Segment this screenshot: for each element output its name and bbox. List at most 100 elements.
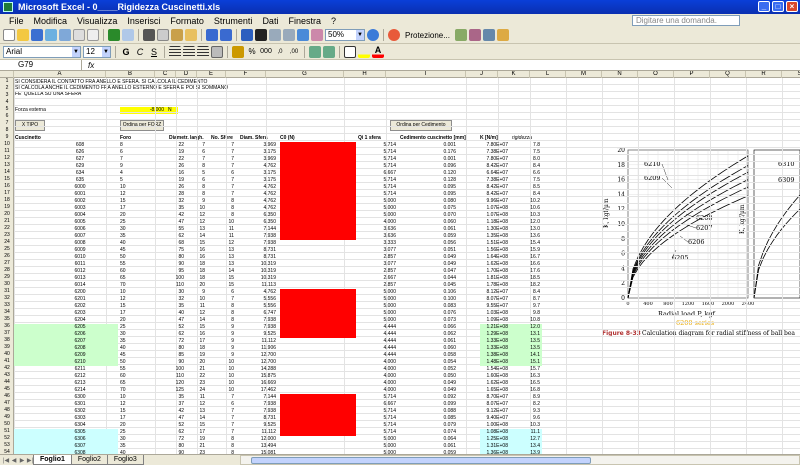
width-cell[interactable]: 5 [185,170,205,177]
spreadsheet-grid[interactable]: ABCDEFGHIJKLMNOPQRS 1 2 3 4 5 6 7 8 9 10 11 12 13 14 1… [0,71,800,454]
stiffness-cell[interactable]: 1.09E+08 [480,317,508,324]
outer-diameter-cell[interactable]: 68 [164,240,184,247]
bearing-code[interactable]: 6203 [66,310,94,317]
cedimento-cell[interactable]: 0.059 [400,233,456,240]
qi-cell[interactable]: 5.000 [358,205,396,212]
ball-count-cell[interactable]: 10 [206,359,234,366]
qi-cell[interactable]: 4.000 [358,366,396,373]
row-header[interactable]: 11 [0,148,14,155]
qi-cell[interactable]: 3.333 [358,240,396,247]
bore-cell[interactable]: 17 [120,205,160,212]
rigidezza-cell[interactable]: 8.2 [512,401,540,408]
outer-diameter-cell[interactable]: 55 [164,226,184,233]
ball-diameter-cell[interactable]: 10.319 [240,268,276,275]
outer-diameter-cell[interactable]: 110 [164,373,184,380]
bore-cell[interactable]: 30 [120,226,160,233]
ball-count-cell[interactable]: 7 [206,415,234,422]
ball-count-cell[interactable]: 10 [206,380,234,387]
outer-diameter-cell[interactable]: 26 [164,184,184,191]
rigidezza-cell[interactable]: 16.8 [512,387,540,394]
row-header[interactable]: 23 [0,232,14,239]
row-header[interactable]: 25 [0,246,14,253]
row-header[interactable]: 27 [0,260,14,267]
ball-diameter-cell[interactable]: 4.762 [240,289,276,296]
rigidezza-cell[interactable]: 9.6 [512,415,540,422]
qi-cell[interactable]: 5.000 [358,310,396,317]
cedimento-cell[interactable]: 0.062 [400,331,456,338]
stiffness-cell[interactable]: 9.12E+07 [480,408,508,415]
outer-diameter-cell[interactable]: 80 [164,345,184,352]
row-header[interactable]: 29 [0,274,14,281]
outer-diameter-cell[interactable]: 32 [164,198,184,205]
name-box[interactable]: G79 [0,60,82,70]
bore-cell[interactable]: 8 [120,142,160,149]
qi-cell[interactable]: 5.000 [358,436,396,443]
horizontal-scrollbar[interactable] [240,455,800,465]
cedimento-cell[interactable]: 0.075 [400,205,456,212]
stiffness-cell[interactable]: 1.62E+08 [480,380,508,387]
cedimento-cell[interactable]: 0.066 [400,324,456,331]
font-size-select[interactable]: 12 ▼ [83,45,111,58]
width-cell[interactable]: 18 [185,261,205,268]
outer-diameter-cell[interactable]: 52 [164,324,184,331]
menu-modifica[interactable]: Modifica [29,16,73,26]
qi-cell[interactable]: 4.444 [358,345,396,352]
row-header[interactable]: 2 [0,85,14,92]
stiffness-cell[interactable]: 1.25E+08 [480,436,508,443]
rigidezza-cell[interactable]: 8.0 [512,156,540,163]
security-icon[interactable] [496,29,509,41]
rigidezza-cell[interactable]: 10.3 [512,212,540,219]
ball-diameter-cell[interactable]: 8.731 [240,247,276,254]
ball-count-cell[interactable]: 10 [206,387,234,394]
column-header[interactable]: L [530,71,566,78]
row-header[interactable]: 10 [0,141,14,148]
ball-count-cell[interactable]: 13 [206,261,234,268]
column-header[interactable]: H [344,71,386,78]
row-header[interactable]: 8 [0,127,14,134]
ball-diameter-cell[interactable]: 11.906 [240,345,276,352]
protection-button[interactable]: Protezione... [402,31,453,40]
qi-cell[interactable]: 5.714 [358,429,396,436]
width-cell[interactable]: 22 [185,373,205,380]
column-header[interactable]: G [266,71,344,78]
width-cell[interactable]: 8 [185,163,205,170]
outer-diameter-cell[interactable]: 100 [164,275,184,282]
cedimento-cell[interactable]: 0.076 [400,310,456,317]
qi-cell[interactable]: 2.857 [358,254,396,261]
ball-diameter-cell[interactable]: 5.556 [240,303,276,310]
ball-diameter-cell[interactable]: 7.938 [240,240,276,247]
ball-count-cell[interactable]: 7 [206,163,234,170]
bore-cell[interactable]: 70 [120,282,160,289]
row-header[interactable]: 42 [0,365,14,372]
cedimento-cell[interactable]: 0.064 [400,436,456,443]
row-header[interactable]: 12 [0,155,14,162]
outer-diameter-cell[interactable]: 35 [164,394,184,401]
width-cell[interactable]: 14 [185,415,205,422]
stiffness-cell[interactable]: 8.07E+07 [480,401,508,408]
redo-icon[interactable] [220,29,232,41]
qi-cell[interactable]: 5.714 [358,408,396,415]
stiffness-cell[interactable]: 6.64E+07 [480,170,508,177]
width-cell[interactable]: 7 [185,156,205,163]
cedimento-cell[interactable]: 0.060 [400,345,456,352]
ball-diameter-cell[interactable]: 9.525 [240,331,276,338]
outer-diameter-cell[interactable]: 62 [164,331,184,338]
outer-diameter-cell[interactable]: 62 [164,429,184,436]
ball-count-cell[interactable]: 8 [206,317,234,324]
ball-diameter-cell[interactable]: 13.494 [240,443,276,450]
stiffness-cell[interactable]: 8.42E+07 [480,184,508,191]
bearing-code[interactable]: 6010 [66,254,94,261]
width-cell[interactable]: 9 [185,198,205,205]
cedimento-cell[interactable]: 0.001 [400,156,456,163]
cedimento-cell[interactable]: 0.049 [400,380,456,387]
qi-cell[interactable]: 3.077 [358,261,396,268]
row-header[interactable]: 49 [0,414,14,421]
row-header[interactable]: 21 [0,218,14,225]
cedimento-cell[interactable]: 0.128 [400,177,456,184]
row-header[interactable]: 45 [0,386,14,393]
ball-count-cell[interactable]: 7 [206,429,234,436]
email-icon[interactable] [59,29,71,41]
outer-diameter-cell[interactable]: 35 [164,205,184,212]
stiffness-cell[interactable]: 8.42E+07 [480,163,508,170]
width-cell[interactable]: 20 [185,359,205,366]
